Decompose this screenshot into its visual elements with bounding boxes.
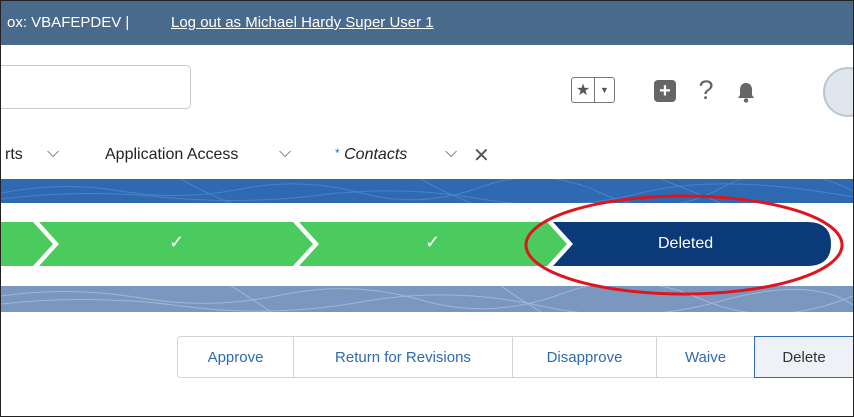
sandbox-env-label: ox: VBAFEPDEV | — [7, 14, 130, 31]
sandbox-banner: ox: VBAFEPDEV | Log out as Michael Hardy… — [1, 1, 853, 45]
logout-link[interactable]: Log out as Michael Hardy Super User 1 — [171, 14, 434, 31]
status-path: ✓ ✓ Deleted — [1, 203, 853, 286]
help-icon[interactable]: ? — [695, 75, 717, 105]
screenshot-frame: ox: VBAFEPDEV | Log out as Michael Hardy… — [0, 0, 854, 417]
record-actions: Approve Return for Revisions Disapprove … — [1, 312, 853, 416]
return-for-revisions-button[interactable]: Return for Revisions — [294, 336, 513, 378]
tab-reports[interactable]: rts — [5, 146, 23, 164]
stage-check-icon: ✓ — [169, 232, 185, 252]
close-icon[interactable]: ✕ — [473, 143, 490, 168]
action-button-group: Approve Return for Revisions Disapprove … — [177, 336, 853, 380]
header-decoration — [1, 286, 853, 312]
disapprove-button[interactable]: Disapprove — [513, 336, 657, 378]
star-icon[interactable]: ★ — [572, 78, 595, 102]
avatar[interactable] — [823, 67, 853, 117]
contour-pattern — [1, 179, 853, 203]
app-navigation: rts ⌵ Application Access ⌵ * Contacts ⌵ … — [1, 131, 853, 179]
chevron-down-icon[interactable]: ▼ — [595, 78, 614, 102]
plus-icon[interactable]: + — [654, 80, 676, 102]
bell-icon[interactable] — [736, 81, 756, 103]
approve-button[interactable]: Approve — [177, 336, 294, 378]
waive-button[interactable]: Waive — [657, 336, 755, 378]
chevron-down-icon[interactable]: ⌵ — [47, 144, 59, 162]
tab-contacts-label: Contacts — [344, 146, 408, 163]
stage-check-icon: ✓ — [425, 232, 441, 252]
unsaved-marker: * — [335, 146, 340, 160]
chevron-down-icon[interactable]: ⌵ — [279, 144, 291, 162]
search-input[interactable] — [1, 65, 191, 109]
chevron-down-icon[interactable]: ⌵ — [445, 144, 457, 162]
header-decoration — [1, 179, 853, 203]
favorites-button[interactable]: ★ ▼ — [571, 77, 615, 103]
global-header: ★ ▼ + ? — [1, 45, 853, 131]
tab-contacts[interactable]: * Contacts — [335, 146, 407, 164]
tab-application-access[interactable]: Application Access — [105, 146, 238, 164]
stage-label-current: Deleted — [658, 235, 714, 252]
contour-pattern — [1, 286, 853, 312]
delete-button[interactable]: Delete — [754, 336, 853, 378]
